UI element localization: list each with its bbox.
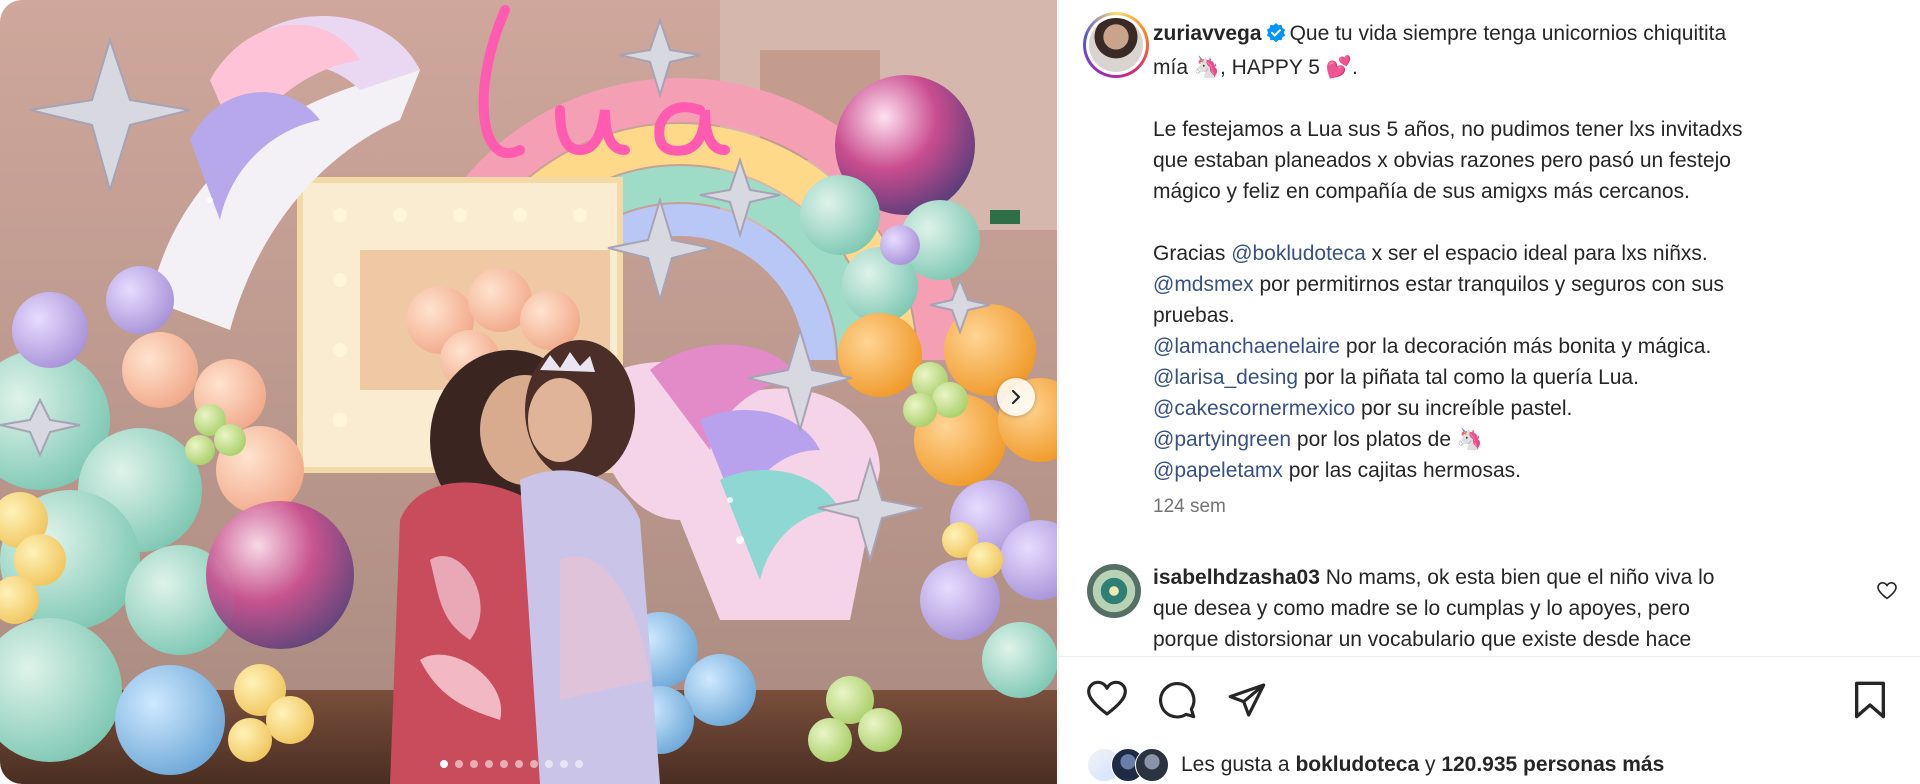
heart-icon xyxy=(1877,582,1897,600)
comment-like-button[interactable] xyxy=(1877,582,1897,605)
save-button[interactable] xyxy=(1853,680,1887,725)
carousel-dot[interactable] xyxy=(485,760,493,768)
carousel-dot[interactable] xyxy=(470,760,478,768)
divider xyxy=(1059,656,1920,657)
commenter-username[interactable]: isabelhdzasha03 xyxy=(1153,566,1320,589)
carousel-dot[interactable] xyxy=(575,760,583,768)
avatar-image xyxy=(1089,18,1143,72)
party-photo xyxy=(0,0,1057,784)
post-timestamp[interactable]: 124 sem xyxy=(1153,496,1226,518)
author-avatar[interactable] xyxy=(1083,12,1149,78)
carousel-indicator xyxy=(440,760,583,768)
comment-button[interactable] xyxy=(1157,680,1197,725)
carousel-dot[interactable] xyxy=(530,760,538,768)
caption-line: mágico y feliz en compañía de sus amigxs… xyxy=(1153,180,1690,203)
next-photo-button[interactable] xyxy=(997,378,1035,416)
likers-avatars xyxy=(1087,748,1171,782)
share-icon xyxy=(1228,683,1266,717)
caption-line: Que tu vida siempre tenga unicornios chi… xyxy=(1289,22,1727,45)
post-actions xyxy=(1087,680,1887,724)
chevron-right-icon xyxy=(1011,389,1021,405)
heart-icon xyxy=(1087,680,1127,716)
bookmark-icon xyxy=(1854,681,1885,719)
mention-link[interactable]: @lamanchaenelaire xyxy=(1153,335,1340,358)
share-button[interactable] xyxy=(1227,680,1267,725)
post-media[interactable] xyxy=(0,0,1057,784)
carousel-dot[interactable] xyxy=(500,760,508,768)
carousel-dot[interactable] xyxy=(455,760,463,768)
like-button[interactable] xyxy=(1087,680,1127,723)
likes-summary: Les gusta a bokludoteca y 120.935 person… xyxy=(1087,748,1664,782)
comment-icon xyxy=(1159,682,1196,719)
mention-link[interactable]: @larisa_desing xyxy=(1153,366,1298,389)
carousel-dot[interactable] xyxy=(560,760,568,768)
post-sidebar: zuriavvega Que tu vida siempre tenga unic… xyxy=(1058,0,1920,784)
carousel-dot[interactable] xyxy=(545,760,553,768)
comment-text: isabelhdzasha03 No mams, ok esta bien qu… xyxy=(1153,566,1715,651)
mention-link[interactable]: @partyingreen xyxy=(1153,428,1291,451)
verified-badge-icon xyxy=(1266,21,1286,52)
caption-line: Le festejamos a Lua sus 5 años, no pudim… xyxy=(1153,118,1743,141)
post-window: zuriavvega Que tu vida siempre tenga unic… xyxy=(0,0,1920,784)
caption-line: mía 🦄, HAPPY 5 💕. xyxy=(1153,56,1358,79)
mention-link[interactable]: @mdsmex xyxy=(1153,273,1254,296)
author-username[interactable]: zuriavvega xyxy=(1153,22,1262,45)
caption-line: que estaban planeados x obvias razones p… xyxy=(1153,149,1731,172)
commenter-avatar[interactable] xyxy=(1087,564,1141,618)
likes-count-link[interactable]: 120.935 personas más xyxy=(1441,753,1664,777)
mention-link[interactable]: @papeletamx xyxy=(1153,459,1283,482)
liker-username[interactable]: bokludoteca xyxy=(1295,753,1419,777)
mention-link[interactable]: @bokludoteca xyxy=(1231,242,1366,265)
post-caption: zuriavvega Que tu vida siempre tenga unic… xyxy=(1153,18,1873,486)
carousel-dot[interactable] xyxy=(440,760,448,768)
avatar[interactable] xyxy=(1135,748,1169,782)
carousel-dot[interactable] xyxy=(515,760,523,768)
mention-link[interactable]: @cakescornermexico xyxy=(1153,397,1355,420)
